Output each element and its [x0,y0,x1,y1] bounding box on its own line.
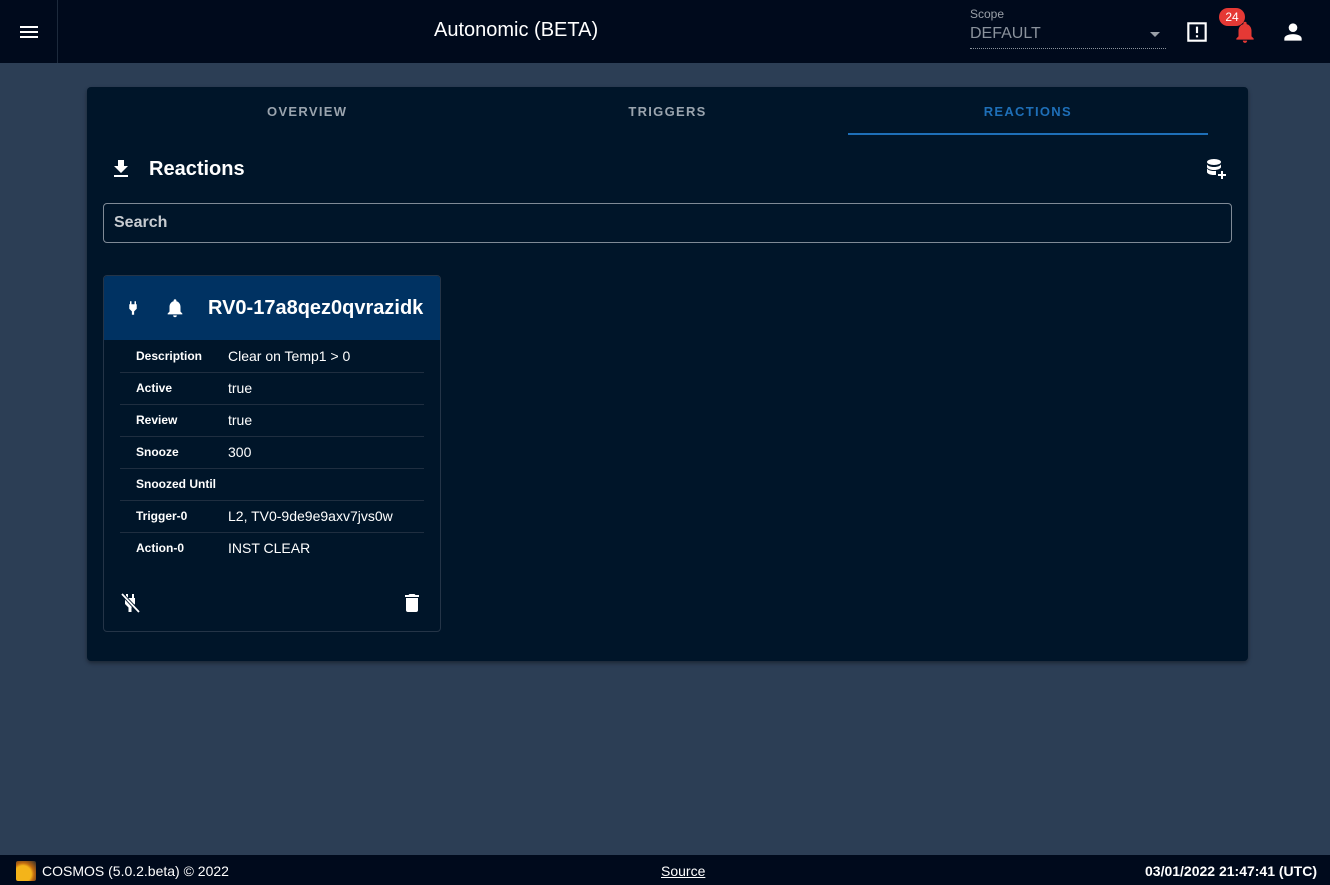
bell-icon [164,297,186,319]
footer: COSMOS (5.0.2.beta) © 2022 Source 03/01/… [0,855,1330,885]
download-icon [114,160,128,177]
table-row: Description Clear on Temp1 > 0 [120,340,424,373]
table-row: Review true [120,404,424,437]
search-input[interactable] [103,203,1232,243]
property-value [228,468,424,501]
source-link[interactable]: Source [661,863,705,879]
table-row: Snooze 300 [120,436,424,469]
clock-text: 03/01/2022 21:47:41 (UTC) [1145,863,1317,879]
section-title: Reactions [149,157,245,180]
menu-icon [19,25,38,38]
delete-icon [405,594,419,612]
scope-label: Scope [970,7,1005,21]
property-value: INST CLEAR [228,540,311,557]
property-key: Snoozed Until [120,468,228,501]
property-key: Review [120,404,228,437]
notifications-count-badge: 24 [1219,8,1245,26]
section-header: Reactions [109,157,245,181]
scope-select[interactable]: Scope DEFAULT [970,7,1166,49]
alert-box-icon [1187,22,1207,42]
deactivate-button[interactable] [118,591,142,620]
property-value: true [228,372,424,405]
power-plug-off-icon [120,592,141,614]
table-row: Action-0 INST CLEAR [120,532,424,564]
app-bar: Autonomic (BETA) Scope DEFAULT 24 [0,0,1330,63]
autonomic-panel: OVERVIEW TRIGGERS REACTIONS Reactions RV… [87,87,1248,661]
account-icon [1284,23,1302,41]
property-value: L2, TV0-9de9e9axv7jvs0w [228,500,424,533]
tab-bar: OVERVIEW TRIGGERS REACTIONS [127,87,1209,135]
tab-overview[interactable]: OVERVIEW [127,87,487,135]
database-plus-icon [1207,159,1226,179]
property-value: true [228,404,424,437]
new-reaction-button[interactable] [1204,157,1228,186]
version-text: COSMOS (5.0.2.beta) © 2022 [42,863,229,879]
property-key: Active [120,372,228,405]
table-row: Snoozed Until [120,468,424,501]
table-row: Trigger-0 L2, TV0-9de9e9axv7jvs0w [120,500,424,533]
property-key: Description [120,340,228,373]
reaction-card: RV0-17a8qez0qvrazidk Description Clear on… [103,275,441,632]
download-button[interactable] [109,157,133,181]
delete-button[interactable] [400,591,424,620]
table-row: Active true [120,372,424,405]
property-value: 300 [228,436,424,469]
alerts-button[interactable] [1184,19,1210,45]
reaction-card-header: RV0-17a8qez0qvrazidk [104,276,440,340]
cosmos-logo [16,861,36,881]
app-title: Autonomic (BETA) [434,19,599,41]
tab-triggers[interactable]: TRIGGERS [487,87,847,135]
scope-value: DEFAULT [970,25,1041,42]
tab-reactions[interactable]: REACTIONS [847,87,1209,135]
menu-button[interactable] [0,0,58,63]
property-key: Trigger-0 [120,500,228,533]
property-key: Snooze [120,436,228,469]
property-key: Action-0 [136,541,184,556]
account-button[interactable] [1280,19,1306,45]
reaction-card-title: RV0-17a8qez0qvrazidk [208,296,424,319]
reaction-properties-table: Description Clear on Temp1 > 0 Active true… [120,340,424,564]
power-plug-icon [124,297,142,319]
property-value: Clear on Temp1 > 0 [228,340,424,373]
chevron-down-icon [1150,32,1160,37]
reaction-card-actions [104,591,440,619]
